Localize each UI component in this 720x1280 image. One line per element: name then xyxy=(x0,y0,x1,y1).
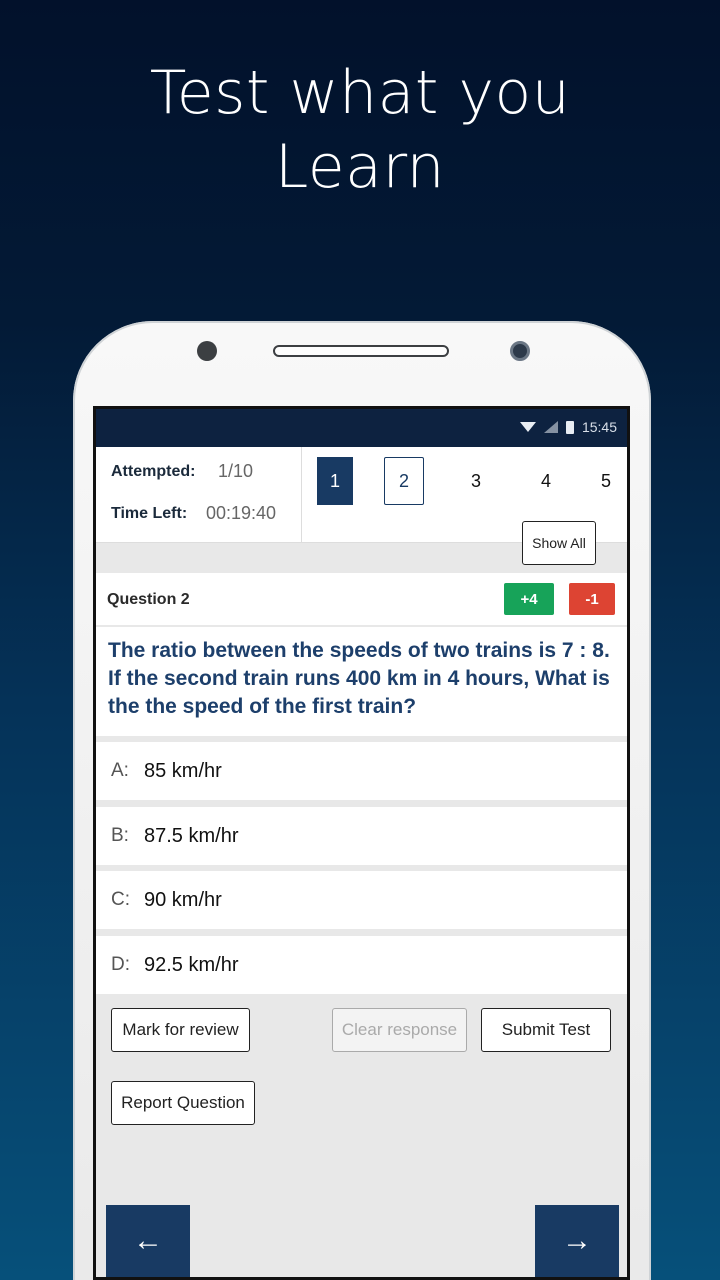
option-text: 87.5 km/hr xyxy=(144,824,239,847)
battery-icon xyxy=(565,420,574,434)
next-question-button[interactable]: → xyxy=(535,1205,619,1277)
show-all-button[interactable]: Show All xyxy=(522,521,596,565)
mark-for-review-button[interactable]: Mark for review xyxy=(111,1008,250,1052)
negative-marks-badge: -1 xyxy=(569,583,615,615)
question-number-1[interactable]: 1 xyxy=(317,457,353,505)
option-letter: B: xyxy=(111,825,129,846)
report-question-button[interactable]: Report Question xyxy=(111,1081,255,1125)
option-c[interactable]: C: 90 km/hr xyxy=(96,871,627,929)
option-a[interactable]: A: 85 km/hr xyxy=(96,742,627,800)
time-left-value: 00:19:40 xyxy=(206,503,277,523)
status-time: 15:45 xyxy=(581,419,617,435)
positive-marks-badge: +4 xyxy=(504,583,554,615)
phone-screen: 15:45 Attempted: 1/10 Time Left: 00:19:4… xyxy=(93,406,630,1280)
question-number-4[interactable]: 4 xyxy=(528,457,564,505)
arrow-left-icon: ← xyxy=(133,1224,163,1257)
quiz-app: Attempted: 1/10 Time Left: 00:19:40 1 2 … xyxy=(96,447,627,1277)
option-text: 85 km/hr xyxy=(144,759,222,782)
submit-test-button[interactable]: Submit Test xyxy=(481,1008,611,1052)
option-text: 90 km/hr xyxy=(144,888,222,911)
question-number-5[interactable]: 5 xyxy=(601,457,627,505)
question-number-3[interactable]: 3 xyxy=(458,457,494,505)
question-header: Question 2 +4 -1 xyxy=(96,573,627,625)
promo-headline: Test what you Learn xyxy=(0,56,720,204)
option-text: 92.5 km/hr xyxy=(144,953,239,976)
question-number-2[interactable]: 2 xyxy=(384,457,424,505)
stats-panel: Attempted: 1/10 Time Left: 00:19:40 xyxy=(96,447,302,543)
previous-question-button[interactable]: ← xyxy=(106,1205,190,1277)
wifi-icon xyxy=(519,422,536,432)
front-camera xyxy=(510,341,530,361)
clear-response-button[interactable]: Clear response xyxy=(332,1008,467,1052)
question-title: Question 2 xyxy=(107,591,190,608)
option-letter: A: xyxy=(111,760,129,781)
time-left-label: Time Left: xyxy=(111,505,188,522)
earpiece-speaker xyxy=(273,345,449,357)
option-d[interactable]: D: 92.5 km/hr xyxy=(96,936,627,994)
question-text: The ratio between the speeds of two trai… xyxy=(96,627,627,736)
promo-line-2: Learn xyxy=(274,132,446,202)
promo-line-1: Test what you xyxy=(149,58,571,128)
option-b[interactable]: B: 87.5 km/hr xyxy=(96,807,627,865)
option-letter: C: xyxy=(111,889,130,910)
arrow-right-icon: → xyxy=(562,1224,592,1257)
attempted-value: 1/10 xyxy=(218,461,254,481)
attempted-label: Attempted: xyxy=(111,463,196,480)
status-bar: 15:45 xyxy=(96,409,627,447)
sensor-dot xyxy=(197,341,217,361)
signal-icon xyxy=(543,421,558,433)
option-letter: D: xyxy=(111,954,130,975)
